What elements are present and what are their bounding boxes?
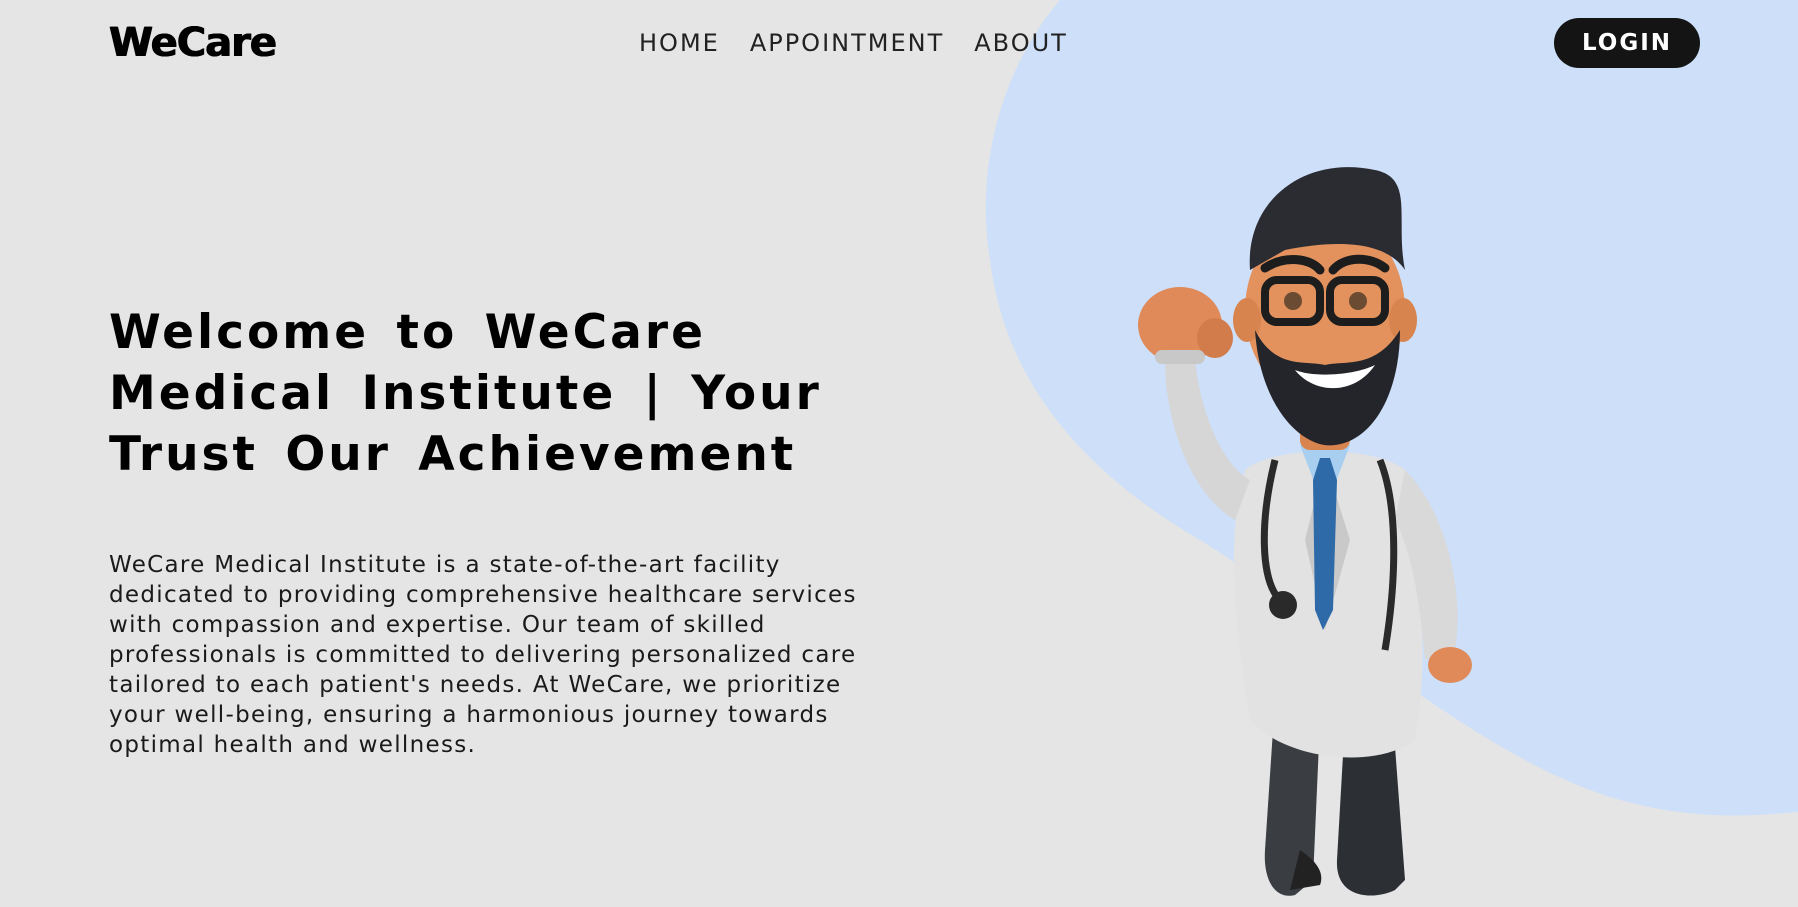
hero-title: Welcome to WeCare Medical Institute | Yo… <box>109 305 822 482</box>
nav-about-link[interactable]: ABOUT <box>974 29 1068 57</box>
brand-logo[interactable]: WeCare <box>109 20 277 66</box>
top-navbar: WeCare HOME APPOINTMENT ABOUT LOGIN <box>0 0 1798 88</box>
login-button[interactable]: LOGIN <box>1554 18 1700 68</box>
hero-description: WeCare Medical Institute is a state-of-t… <box>109 552 857 758</box>
doctor-head <box>1233 167 1417 450</box>
doctor-fist <box>1138 287 1233 364</box>
nav-appointment-link[interactable]: APPOINTMENT <box>750 29 944 57</box>
nav-home-link[interactable]: HOME <box>639 29 720 57</box>
doctor-illustration <box>1138 167 1472 896</box>
doctor-hand <box>1428 647 1472 683</box>
main-nav: HOME APPOINTMENT ABOUT <box>639 29 1068 57</box>
